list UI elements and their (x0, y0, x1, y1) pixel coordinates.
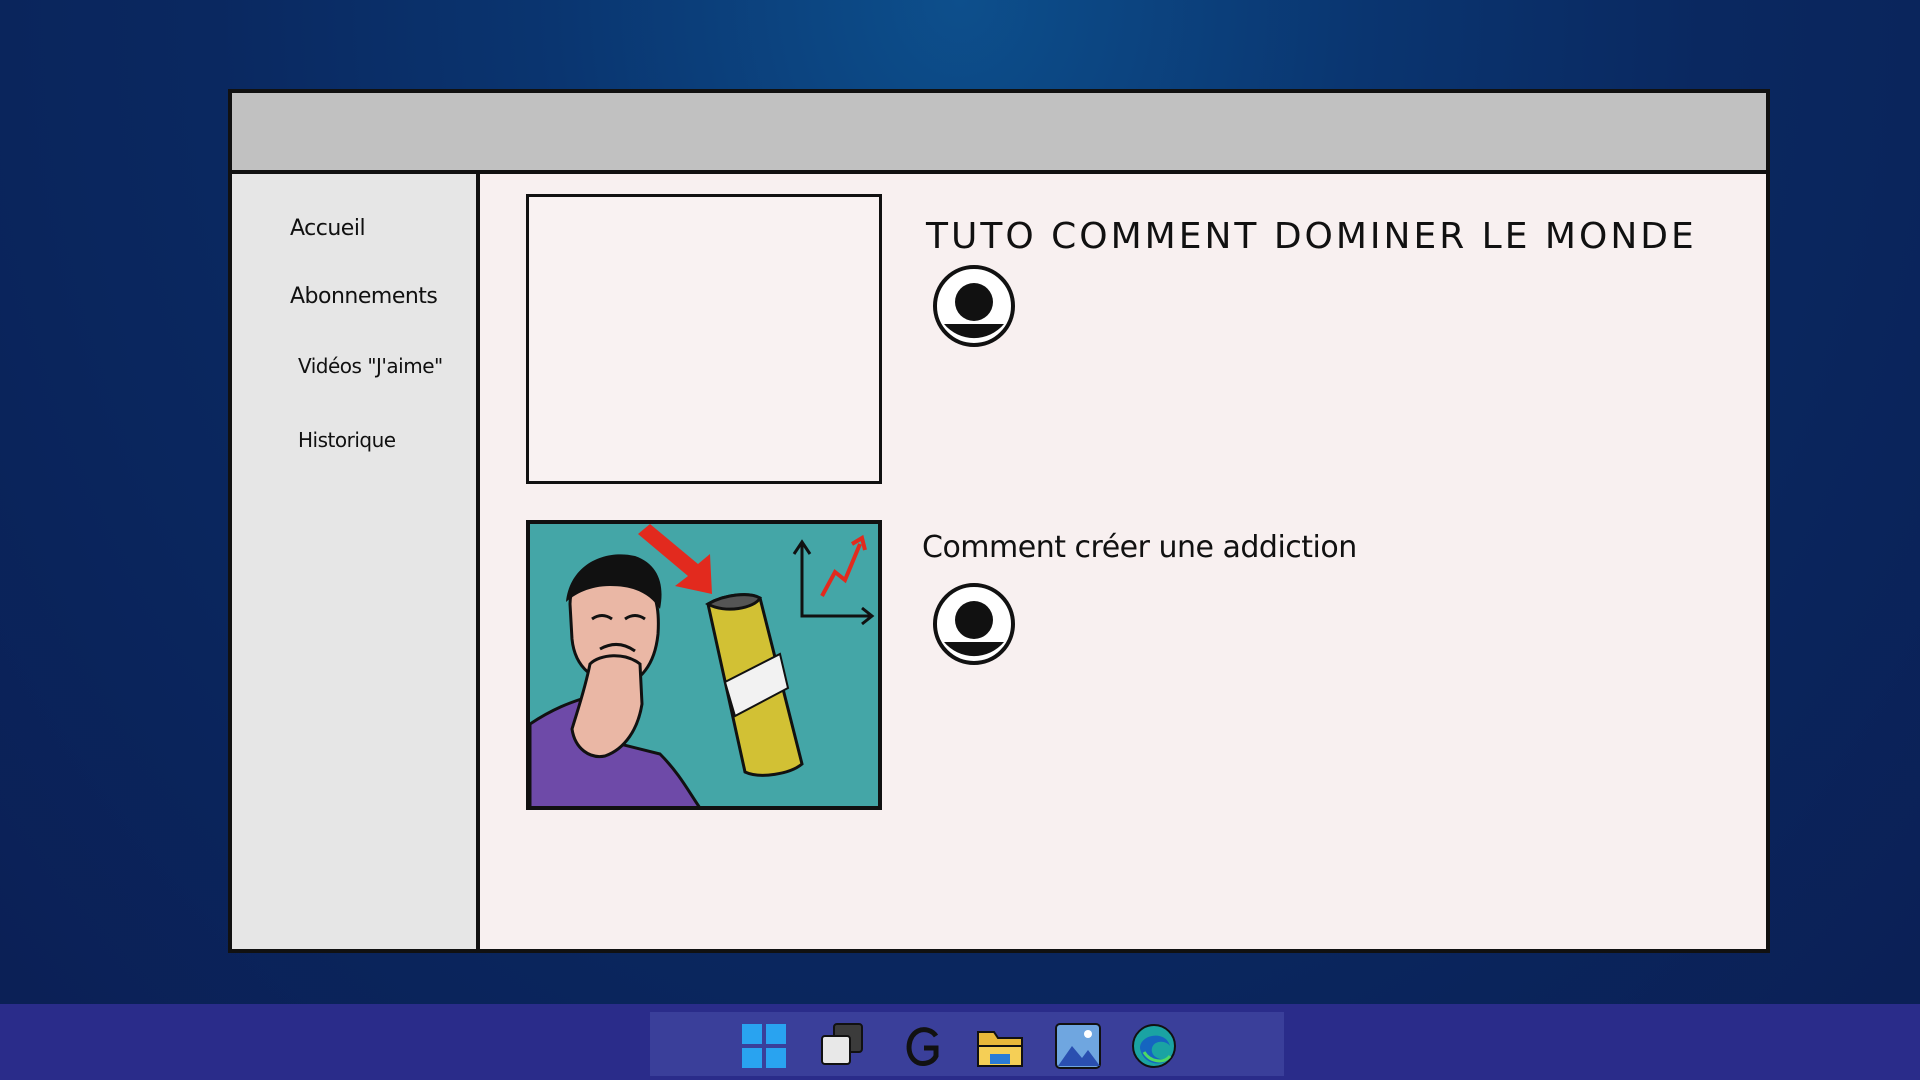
photos-icon[interactable] (1054, 1022, 1102, 1070)
task-view-icon[interactable] (818, 1022, 866, 1070)
edge-browser-icon[interactable] (1130, 1022, 1178, 1070)
google-icon[interactable] (898, 1022, 946, 1070)
video-thumbnail-blank[interactable] (526, 194, 882, 484)
windows-start-icon[interactable] (740, 1022, 788, 1070)
video-card[interactable]: Comment créer une addiction (480, 520, 1766, 820)
app-window: Accueil Abonnements Vidéos "J'aime" Hist… (228, 89, 1770, 953)
thumbnail-illustration (530, 524, 878, 806)
video-card[interactable]: TUTO COMMENT DOMINER LE MONDE (480, 194, 1766, 494)
taskbar (0, 1004, 1920, 1080)
sidebar-item-videos-jaime[interactable]: Vidéos "J'aime" (298, 354, 443, 378)
video-title[interactable]: TUTO COMMENT DOMINER LE MONDE (926, 216, 1697, 257)
video-title[interactable]: Comment créer une addiction (922, 530, 1357, 565)
sidebar-item-historique[interactable]: Historique (298, 428, 396, 452)
sidebar-item-abonnements[interactable]: Abonnements (290, 284, 438, 309)
sidebar-item-accueil[interactable]: Accueil (290, 216, 366, 241)
channel-avatar-icon[interactable] (932, 582, 1016, 666)
file-explorer-icon[interactable] (976, 1022, 1024, 1070)
video-list: TUTO COMMENT DOMINER LE MONDE Comment cr… (480, 174, 1766, 949)
window-titlebar[interactable] (232, 93, 1766, 174)
channel-avatar-icon[interactable] (932, 264, 1016, 348)
desktop: Accueil Abonnements Vidéos "J'aime" Hist… (0, 0, 1920, 1004)
video-thumbnail-addiction[interactable] (526, 520, 882, 810)
taskbar-apps (650, 1012, 1284, 1076)
sidebar: Accueil Abonnements Vidéos "J'aime" Hist… (232, 174, 480, 949)
